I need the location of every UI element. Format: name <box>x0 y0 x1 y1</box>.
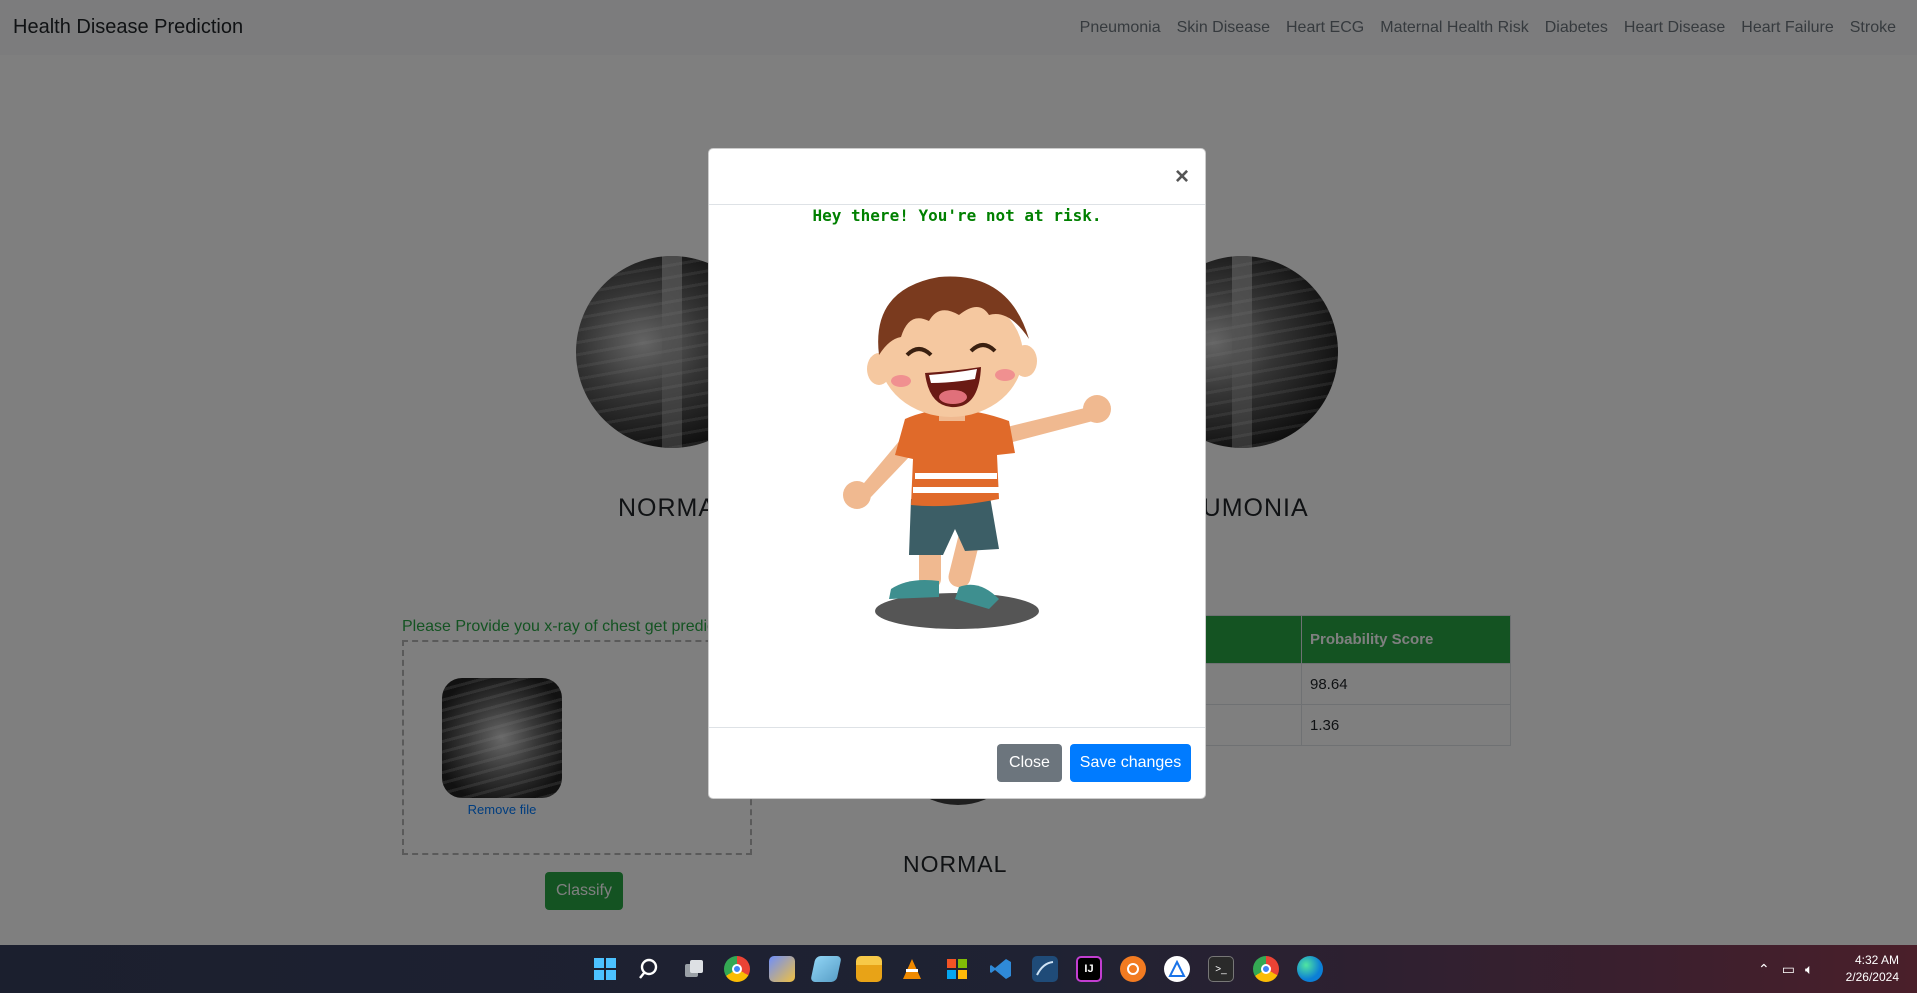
task-view-icon[interactable] <box>681 956 707 982</box>
microsoft-store-icon[interactable] <box>944 956 970 982</box>
close-icon[interactable]: × <box>1175 165 1189 189</box>
modal-header: × <box>709 149 1205 205</box>
modal-message: Hey there! You're not at risk. <box>812 206 1102 225</box>
happy-kid-illustration <box>843 276 1111 629</box>
vlc-icon[interactable] <box>899 956 925 982</box>
clock-date: 2/26/2024 <box>1845 970 1899 984</box>
chrome-profile-icon[interactable] <box>1253 956 1279 982</box>
chrome-icon[interactable] <box>724 956 750 982</box>
taskbar: IJ >_ ⌃ ▭ 🔈︎ 4:32 AM 2/26/2024 <box>0 945 1917 993</box>
edge-icon[interactable] <box>1297 956 1323 982</box>
intellij-icon[interactable]: IJ <box>1076 956 1102 982</box>
result-modal: × Hey there! You're not at risk. Close S… <box>708 148 1206 799</box>
app-icon[interactable] <box>1164 956 1190 982</box>
volume-icon[interactable]: 🔈︎ <box>1805 961 1813 978</box>
box-icon[interactable] <box>769 956 795 982</box>
file-explorer-icon[interactable] <box>856 956 882 982</box>
notepad-icon[interactable] <box>810 956 842 982</box>
ubuntu-icon[interactable] <box>1120 956 1146 982</box>
search-icon[interactable] <box>637 956 663 982</box>
modal-footer: Close Save changes <box>709 727 1205 800</box>
chevron-up-icon[interactable]: ⌃ <box>1758 961 1770 978</box>
save-changes-button[interactable]: Save changes <box>1070 744 1191 782</box>
terminal-icon[interactable]: >_ <box>1208 956 1234 982</box>
clock-time: 4:32 AM <box>1854 953 1899 967</box>
windows-start-icon[interactable] <box>592 956 618 982</box>
close-button[interactable]: Close <box>997 744 1062 782</box>
vscode-icon[interactable] <box>988 956 1014 982</box>
system-tray: ⌃ ▭ 🔈︎ <box>1758 945 1813 993</box>
mysql-workbench-icon[interactable] <box>1032 956 1058 982</box>
network-icon[interactable]: ▭ <box>1782 961 1795 978</box>
clock[interactable]: 4:32 AM 2/26/2024 <box>1846 952 1899 986</box>
